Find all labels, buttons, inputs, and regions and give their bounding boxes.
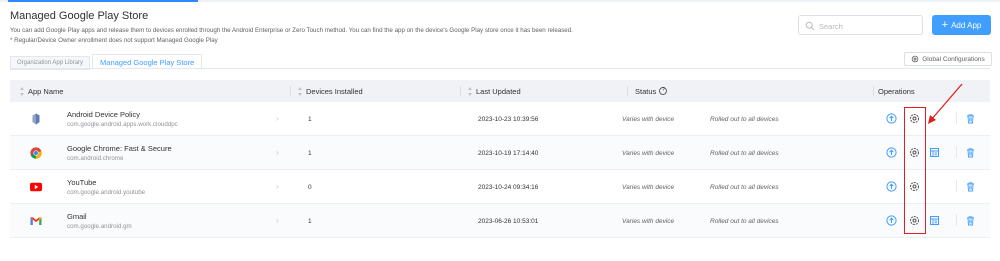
app-name: Google Chrome: Fast & Secure: [67, 144, 172, 153]
delete-icon[interactable]: [965, 181, 976, 192]
column-status-label: Status: [635, 86, 657, 96]
column-divider: [460, 86, 461, 96]
column-divider: [873, 86, 874, 96]
global-configurations-button[interactable]: Global Configurations: [904, 52, 992, 66]
column-divider: [290, 86, 291, 96]
operations-divider: [956, 146, 957, 158]
status-text: Varies with device: [622, 218, 675, 225]
column-app-name-label: App Name: [28, 86, 64, 96]
rollout-text: Rolled out to all devices: [710, 184, 779, 191]
gmail-icon: [30, 217, 42, 225]
top-border: [0, 0, 1000, 2]
column-last-updated-label: Last Updated: [476, 86, 521, 96]
app-package: com.android.chrome: [67, 155, 124, 162]
chevron-right-icon[interactable]: ›: [276, 216, 279, 225]
app-package: com.google.android.apps.work.clouddpc: [67, 121, 178, 128]
column-app-name[interactable]: App Name: [20, 80, 63, 102]
operations-divider: [956, 180, 957, 192]
column-devices-installed[interactable]: Devices Installed: [298, 80, 363, 102]
search-icon: [805, 21, 815, 31]
active-nav-indicator: [8, 0, 198, 2]
android-device-policy-icon: [32, 113, 40, 125]
sort-icon[interactable]: [468, 86, 473, 96]
last-updated: 2023-06-26 10:53:01: [478, 218, 539, 225]
app-name: Gmail: [67, 212, 87, 221]
chrome-icon: [30, 147, 42, 159]
column-status: Status ?: [635, 80, 668, 102]
app-package: com.google.android.gm: [67, 223, 132, 230]
plus-icon: +: [941, 19, 949, 31]
app-package: com.google.android.youtube: [67, 189, 146, 196]
table-row[interactable]: Google Chrome: Fast & Secure com.android…: [10, 136, 990, 170]
table-row[interactable]: YouTube com.google.android.youtube › 0 2…: [10, 170, 990, 204]
status-text: Varies with device: [622, 184, 675, 191]
search-box[interactable]: [798, 15, 923, 36]
enrollment-note: * Regular/Device Owner enrollment does n…: [10, 36, 218, 44]
youtube-icon: [30, 182, 42, 192]
search-input[interactable]: [799, 17, 922, 36]
page-description: You can add Google Play apps and release…: [10, 26, 573, 45]
delete-icon[interactable]: [965, 215, 976, 226]
upgrade-icon[interactable]: [886, 147, 897, 158]
operations-divider: [956, 214, 957, 226]
upgrade-icon[interactable]: [886, 113, 897, 124]
delete-icon[interactable]: [965, 113, 976, 124]
managed-config-icon[interactable]: [929, 147, 940, 158]
app-name: Android Device Policy: [67, 110, 140, 119]
devices-installed: 1: [308, 218, 312, 225]
add-app-label: Add App: [951, 20, 982, 30]
rollout-text: Rolled out to all devices: [710, 218, 779, 225]
table-row[interactable]: Gmail com.google.android.gm › 1 2023-06-…: [10, 204, 990, 238]
column-last-updated[interactable]: Last Updated: [468, 80, 521, 102]
last-updated: 2023-10-24 09:34:16: [478, 184, 539, 191]
rollout-text: Rolled out to all devices: [710, 116, 779, 123]
devices-installed: 1: [308, 116, 312, 123]
table-row[interactable]: Android Device Policy com.google.android…: [10, 102, 990, 136]
sort-icon[interactable]: [298, 86, 303, 96]
last-updated: 2023-10-23 10:39:56: [478, 116, 539, 123]
status-text: Varies with device: [622, 150, 675, 157]
managed-config-icon[interactable]: [929, 215, 940, 226]
last-updated: 2023-10-19 17:14:40: [478, 150, 539, 157]
chevron-right-icon[interactable]: ›: [276, 114, 279, 123]
app-name: YouTube: [67, 178, 97, 187]
delete-icon[interactable]: [965, 147, 976, 158]
devices-installed: 0: [308, 184, 312, 191]
column-devices-installed-label: Devices Installed: [306, 86, 363, 96]
rollout-text: Rolled out to all devices: [710, 150, 779, 157]
help-icon[interactable]: ?: [659, 87, 668, 95]
page-title: Managed Google Play Store: [10, 10, 149, 22]
gear-icon: [911, 55, 919, 63]
description-text: You can add Google Play apps and release…: [10, 27, 573, 34]
status-text: Varies with device: [622, 116, 675, 123]
upgrade-icon[interactable]: [886, 215, 897, 226]
column-divider: [627, 86, 628, 96]
add-app-button[interactable]: + Add App: [932, 15, 991, 35]
global-configurations-label: Global Configurations: [922, 55, 985, 63]
upgrade-icon[interactable]: [886, 181, 897, 192]
highlight-box-annotation: [904, 107, 926, 234]
devices-installed: 1: [308, 150, 312, 157]
table-header: App Name Devices Installed Last Updated …: [10, 80, 990, 102]
column-operations-label: Operations: [878, 86, 915, 96]
chevron-right-icon[interactable]: ›: [276, 148, 279, 157]
chevron-right-icon[interactable]: ›: [276, 182, 279, 191]
sort-icon[interactable]: [20, 86, 25, 96]
arrow-annotation-icon: [928, 83, 963, 124]
column-operations: Operations: [878, 80, 915, 102]
